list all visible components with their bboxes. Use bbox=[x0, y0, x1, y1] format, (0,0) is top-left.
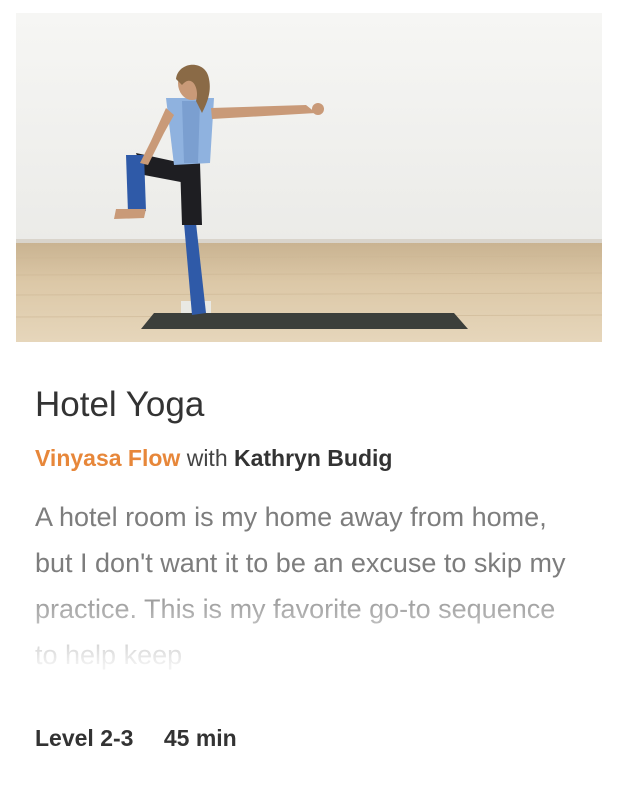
class-meta: Vinyasa Flow with Kathryn Budig bbox=[35, 442, 392, 474]
class-description: A hotel room is my home away from home, … bbox=[35, 502, 566, 670]
class-card[interactable]: Hotel Yoga Vinyasa Flow with Kathryn Bud… bbox=[0, 0, 618, 794]
class-duration: 45 min bbox=[163, 725, 237, 751]
yoga-pose-image bbox=[16, 13, 602, 342]
class-style-link[interactable]: Vinyasa Flow bbox=[35, 445, 180, 471]
class-title[interactable]: Hotel Yoga bbox=[35, 382, 204, 428]
with-text: with bbox=[186, 445, 234, 471]
class-thumbnail[interactable] bbox=[16, 13, 602, 342]
teacher-link[interactable]: Kathryn Budig bbox=[234, 445, 392, 471]
class-details: Level 2-3 45 min bbox=[35, 722, 237, 754]
class-level: Level 2-3 bbox=[35, 725, 134, 751]
